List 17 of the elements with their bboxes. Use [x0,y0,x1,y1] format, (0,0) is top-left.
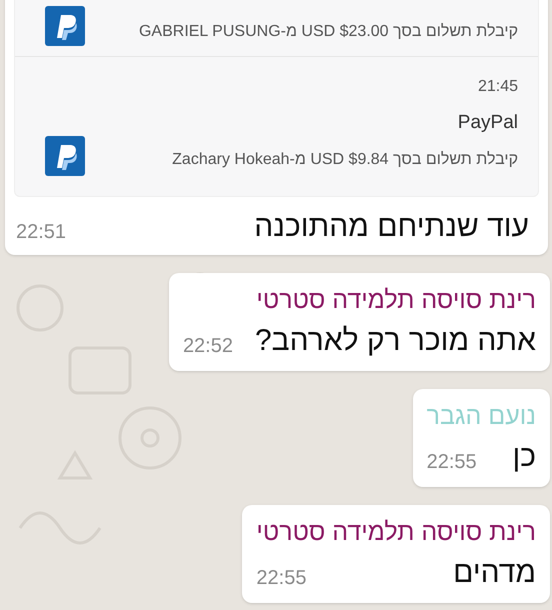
message-time: 22:52 [182,334,233,358]
message-text: עוד שנתיחם מהתוכנה [254,208,529,244]
notification-time: 21:45 [478,77,518,97]
message-time: 22:51 [16,220,66,244]
notification-text: קיבלת תשלום בסך USD $23.00 מ-GABRIEL PUSUNG [138,22,518,42]
message-time: 22:55 [426,450,477,474]
message-text: כן [512,438,536,474]
paypal-icon [45,136,85,176]
message-text: מדהים [453,554,536,590]
sender-name: נועם הגבר [426,400,536,432]
message-text: אתה מוכר רק לארהב? [255,322,536,358]
paypal-icon [45,6,85,46]
notification-app-name: PayPal [458,111,518,135]
sender-name: רינת סויסה תלמידה סטרטי [256,516,536,548]
sender-name: רינת סויסה תלמידה סטרטי [255,284,536,316]
notification-text: קיבלת תשלום בסך USD $9.84 מ-Zachary Hokeah [172,150,518,170]
message-time: 22:55 [256,566,306,590]
